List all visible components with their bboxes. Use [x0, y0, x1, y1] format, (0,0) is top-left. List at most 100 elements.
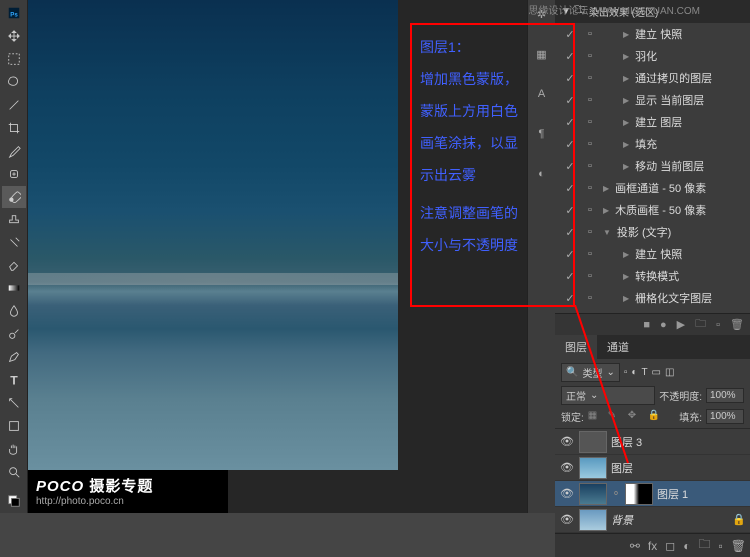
stamp-tool[interactable]	[2, 209, 26, 231]
annotation-box: 图层1： 增加黑色蒙版， 蒙版上方用白色 画笔涂抹，以显 示出云雾 注意调整画笔…	[410, 23, 575, 307]
layer-options: 🔍 类型 ⌄ ▫ ◐ T ▭ ◫ 正常 ⌄ 不透明度: 100% 锁定: ▦	[555, 359, 750, 429]
new-action-icon[interactable]: ▫	[716, 319, 720, 331]
healing-tool[interactable]	[2, 163, 26, 185]
action-item[interactable]: ✓▫▶通过拷贝的图层	[555, 67, 750, 89]
record-icon[interactable]: ●	[660, 319, 667, 331]
action-item[interactable]: ✓▫▶栅格化文字图层	[555, 287, 750, 309]
marquee-tool[interactable]	[2, 48, 26, 70]
filter-smart-icon[interactable]: ◫	[665, 367, 674, 378]
color-swap[interactable]	[2, 490, 26, 512]
actions-footer: ■ ● ▶ 🗀 ▫ 🗑	[555, 313, 750, 335]
opacity-label: 不透明度:	[659, 388, 702, 403]
action-item[interactable]: ✓▫▶建立 快照	[555, 23, 750, 45]
shape-tool[interactable]	[2, 415, 26, 437]
stop-icon[interactable]: ■	[643, 319, 650, 331]
action-item[interactable]: ✓▫▶显示 当前图层	[555, 89, 750, 111]
visibility-icon[interactable]: 👁	[559, 461, 575, 474]
top-watermark: 思缘设计论坛 WWW.MISSYUAN.COM	[528, 2, 700, 17]
canvas-area[interactable]: 图层1： 增加黑色蒙版， 蒙版上方用白色 画笔涂抹，以显 示出云雾 注意调整画笔…	[28, 0, 527, 513]
history-brush-tool[interactable]	[2, 232, 26, 254]
watermark-url: http://photo.poco.cn	[36, 496, 220, 507]
type-tool[interactable]: T	[2, 369, 26, 391]
actions-panel: ▼ 🗀 染出效果 (选区) ✓▫▶建立 快照✓▫▶羽化✓▫▶通过拷贝的图层✓▫▶…	[555, 0, 750, 335]
zoom-tool[interactable]	[2, 461, 26, 483]
mask-icon[interactable]: ◻	[665, 539, 675, 553]
link-layers-icon[interactable]: ⚯	[630, 539, 640, 553]
action-item[interactable]: ✓▫▶转换模式	[555, 265, 750, 287]
svg-text:Ps: Ps	[10, 11, 18, 18]
document-canvas[interactable]	[28, 0, 398, 470]
action-item[interactable]: ✓▫▶建立 快照	[555, 243, 750, 265]
eraser-tool[interactable]	[2, 254, 26, 276]
filter-type-dropdown[interactable]: 🔍 类型 ⌄	[561, 363, 620, 382]
filter-shape-icon[interactable]: ▭	[652, 367, 661, 378]
layer-row[interactable]: 👁背景🔒	[555, 507, 750, 533]
action-item[interactable]: ✓▫▼投影 (文字)	[555, 221, 750, 243]
layer-row[interactable]: 👁图层 3	[555, 429, 750, 455]
lock-paint-icon[interactable]: ✎	[608, 410, 622, 424]
brush-tool[interactable]	[2, 186, 26, 208]
tab-channels[interactable]: 通道	[597, 335, 639, 359]
crop-tool[interactable]	[2, 117, 26, 139]
delete-layer-icon[interactable]: 🗑	[731, 539, 746, 553]
move-tool[interactable]	[2, 25, 26, 47]
toolbox: Ps T	[0, 0, 28, 513]
actions-list[interactable]: ✓▫▶建立 快照✓▫▶羽化✓▫▶通过拷贝的图层✓▫▶显示 当前图层✓▫▶建立 图…	[555, 23, 750, 313]
blur-tool[interactable]	[2, 300, 26, 322]
lasso-tool[interactable]	[2, 71, 26, 93]
filter-image-icon[interactable]: ▫	[624, 367, 628, 378]
layer-row[interactable]: 👁⚬图层 1	[555, 481, 750, 507]
tab-layers[interactable]: 图层	[555, 335, 597, 359]
action-item[interactable]: ✓▫▶画框通道 - 50 像素	[555, 177, 750, 199]
action-item[interactable]: ✓▫▶移动 当前图层	[555, 155, 750, 177]
new-set-icon[interactable]: 🗀	[695, 315, 706, 334]
group-icon[interactable]: 🗀	[698, 535, 710, 556]
watermark-brand: POCO	[36, 478, 84, 495]
lock-label: 锁定:	[561, 409, 584, 424]
lock-pixels-icon[interactable]: ▦	[588, 410, 602, 424]
panel-tabs: 图层 通道	[555, 335, 750, 359]
anno-l5: 注意调整画笔的	[420, 199, 565, 227]
fill-field[interactable]: 100%	[706, 409, 744, 424]
lock-icon: 🔒	[732, 513, 746, 526]
action-item[interactable]: ✓▫▶填充	[555, 133, 750, 155]
new-layer-icon[interactable]: ▫	[719, 539, 723, 553]
layer-list[interactable]: 👁图层 3👁图层👁⚬图层 1👁背景🔒	[555, 429, 750, 533]
wand-tool[interactable]	[2, 94, 26, 116]
filter-adjust-icon[interactable]: ◐	[631, 367, 637, 378]
visibility-icon[interactable]: 👁	[559, 487, 575, 500]
lock-all-icon[interactable]: 🔒	[648, 410, 662, 424]
fx-icon[interactable]: fx	[648, 539, 657, 553]
gradient-tool[interactable]	[2, 277, 26, 299]
anno-l3: 画笔涂抹，以显	[420, 129, 565, 157]
eyedropper-tool[interactable]	[2, 140, 26, 162]
layer-row[interactable]: 👁图层	[555, 455, 750, 481]
pen-tool[interactable]	[2, 346, 26, 368]
fill-label: 填充:	[679, 409, 702, 424]
anno-l4: 示出云雾	[420, 161, 565, 189]
layers-footer: ⚯ fx ◻ ◐ 🗀 ▫ 🗑	[555, 533, 750, 557]
layers-panel: 图层 通道 🔍 类型 ⌄ ▫ ◐ T ▭ ◫ 正常 ⌄ 不透明度: 100%	[555, 335, 750, 557]
lock-position-icon[interactable]: ✥	[628, 410, 642, 424]
hand-tool[interactable]	[2, 438, 26, 460]
dodge-tool[interactable]	[2, 323, 26, 345]
action-item[interactable]: ✓▫▶木质画框 - 50 像素	[555, 199, 750, 221]
anno-l2: 蒙版上方用白色	[420, 97, 565, 125]
visibility-icon[interactable]: 👁	[559, 513, 575, 526]
path-tool[interactable]	[2, 392, 26, 414]
anno-title: 图层1：	[420, 33, 565, 61]
visibility-icon[interactable]: 👁	[559, 435, 575, 448]
blend-mode-dropdown[interactable]: 正常 ⌄	[561, 386, 655, 405]
adjustment-icon[interactable]: ◐	[683, 539, 690, 553]
action-item[interactable]: ✓▫▶羽化	[555, 45, 750, 67]
play-icon[interactable]: ▶	[677, 318, 685, 331]
opacity-field[interactable]: 100%	[706, 388, 744, 403]
trash-icon[interactable]: 🗑	[730, 318, 744, 331]
watermark: POCO 摄影专题 http://photo.poco.cn	[28, 470, 228, 513]
anno-l1: 增加黑色蒙版，	[420, 65, 565, 93]
action-item[interactable]: ✓▫▶建立 图层	[555, 111, 750, 133]
watermark-text: 摄影专题	[89, 478, 153, 495]
filter-text-icon[interactable]: T	[641, 367, 647, 378]
right-panels: ▼ 🗀 染出效果 (选区) ✓▫▶建立 快照✓▫▶羽化✓▫▶通过拷贝的图层✓▫▶…	[555, 0, 750, 513]
ps-logo[interactable]: Ps	[2, 2, 26, 24]
